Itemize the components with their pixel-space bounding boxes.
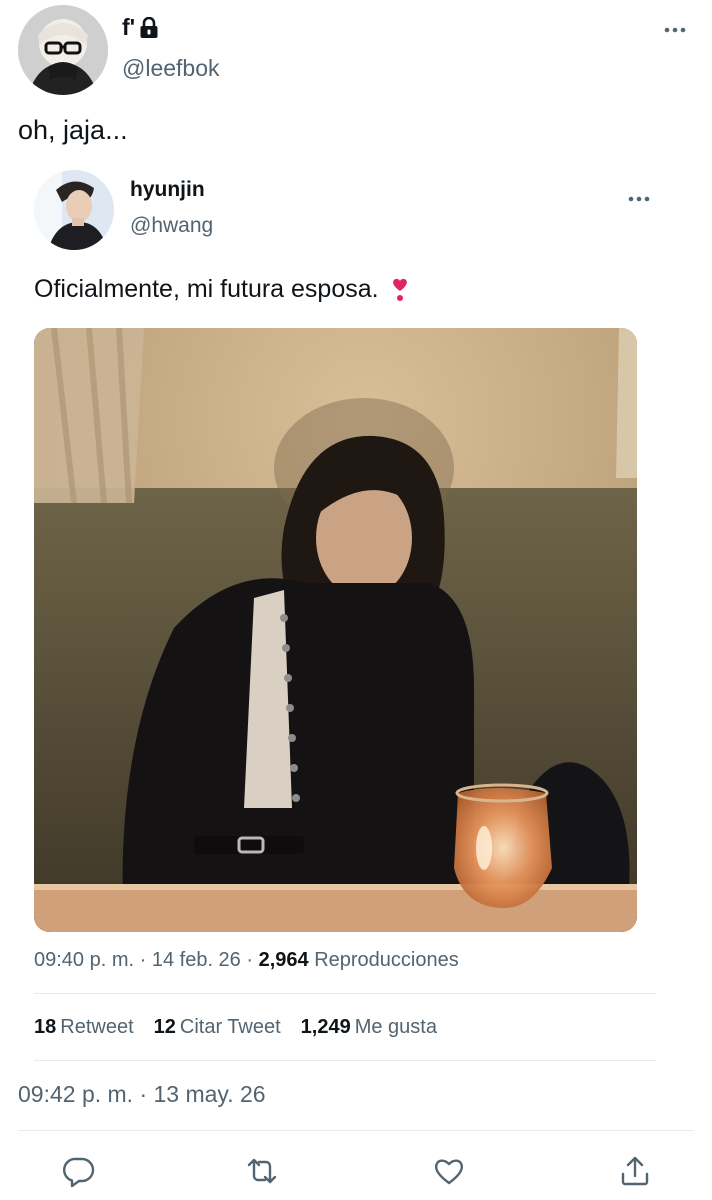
quoted-tweet-time: 09:40 p. m. · 14 feb. 26 ·: [34, 949, 259, 971]
handle-leefbok[interactable]: @leefbok: [122, 55, 220, 82]
retweets-stat[interactable]: 18 Retweet: [34, 1016, 134, 1039]
more-dots-icon[interactable]: [664, 22, 686, 33]
lock-icon: [139, 16, 159, 39]
divider: [34, 993, 656, 994]
quoted-tweet-text: Oficialmente, mi futura esposa.: [34, 275, 379, 303]
quotes-stat[interactable]: 12 Citar Tweet: [154, 1016, 281, 1039]
reply-icon[interactable]: [62, 1154, 96, 1188]
quoted-tweet-meta: 09:40 p. m. · 14 feb. 26 · 2,964 Reprodu…: [34, 949, 459, 972]
tweet-photo[interactable]: [34, 328, 637, 932]
heart-exclamation-icon: [391, 277, 409, 303]
share-icon[interactable]: [618, 1154, 652, 1188]
like-icon[interactable]: [432, 1154, 466, 1188]
display-name-leefbok[interactable]: f': [122, 14, 159, 41]
quoted-tweet-text-row: Oficialmente, mi futura esposa.: [34, 275, 409, 304]
retweets-label: Retweet: [60, 1016, 134, 1038]
more-dots-icon[interactable]: [628, 191, 650, 202]
divider: [18, 1130, 694, 1131]
quoted-tweet-stats: 18 Retweet 12 Citar Tweet 1,249 Me gusta: [34, 1016, 437, 1039]
handle-hwang[interactable]: @hwang: [130, 214, 213, 238]
tweet-detail-page: f' @leefbok oh, jaja... hyunjin @hwang O…: [0, 0, 712, 1200]
tweet-action-bar: [0, 1148, 712, 1194]
avatar-leefbok[interactable]: [18, 5, 108, 95]
quotes-count: 12: [153, 1016, 176, 1038]
likes-count: 1,249: [300, 1016, 351, 1038]
retweet-icon[interactable]: [245, 1154, 279, 1188]
divider: [34, 1060, 656, 1061]
retweets-count: 18: [34, 1016, 57, 1038]
quotes-label: Citar Tweet: [179, 1016, 281, 1038]
tweet-timestamp: 09:42 p. m. · 13 may. 26: [18, 1081, 266, 1107]
views-count: 2,964: [258, 949, 309, 971]
display-name-text: f': [122, 14, 136, 40]
avatar-hwang[interactable]: [34, 170, 114, 250]
views-label: Reproducciones: [314, 949, 459, 971]
likes-stat[interactable]: 1,249 Me gusta: [301, 1016, 437, 1039]
tweet-text: oh, jaja...: [18, 115, 128, 145]
likes-label: Me gusta: [354, 1016, 437, 1038]
display-name-hyunjin[interactable]: hyunjin: [130, 178, 205, 202]
